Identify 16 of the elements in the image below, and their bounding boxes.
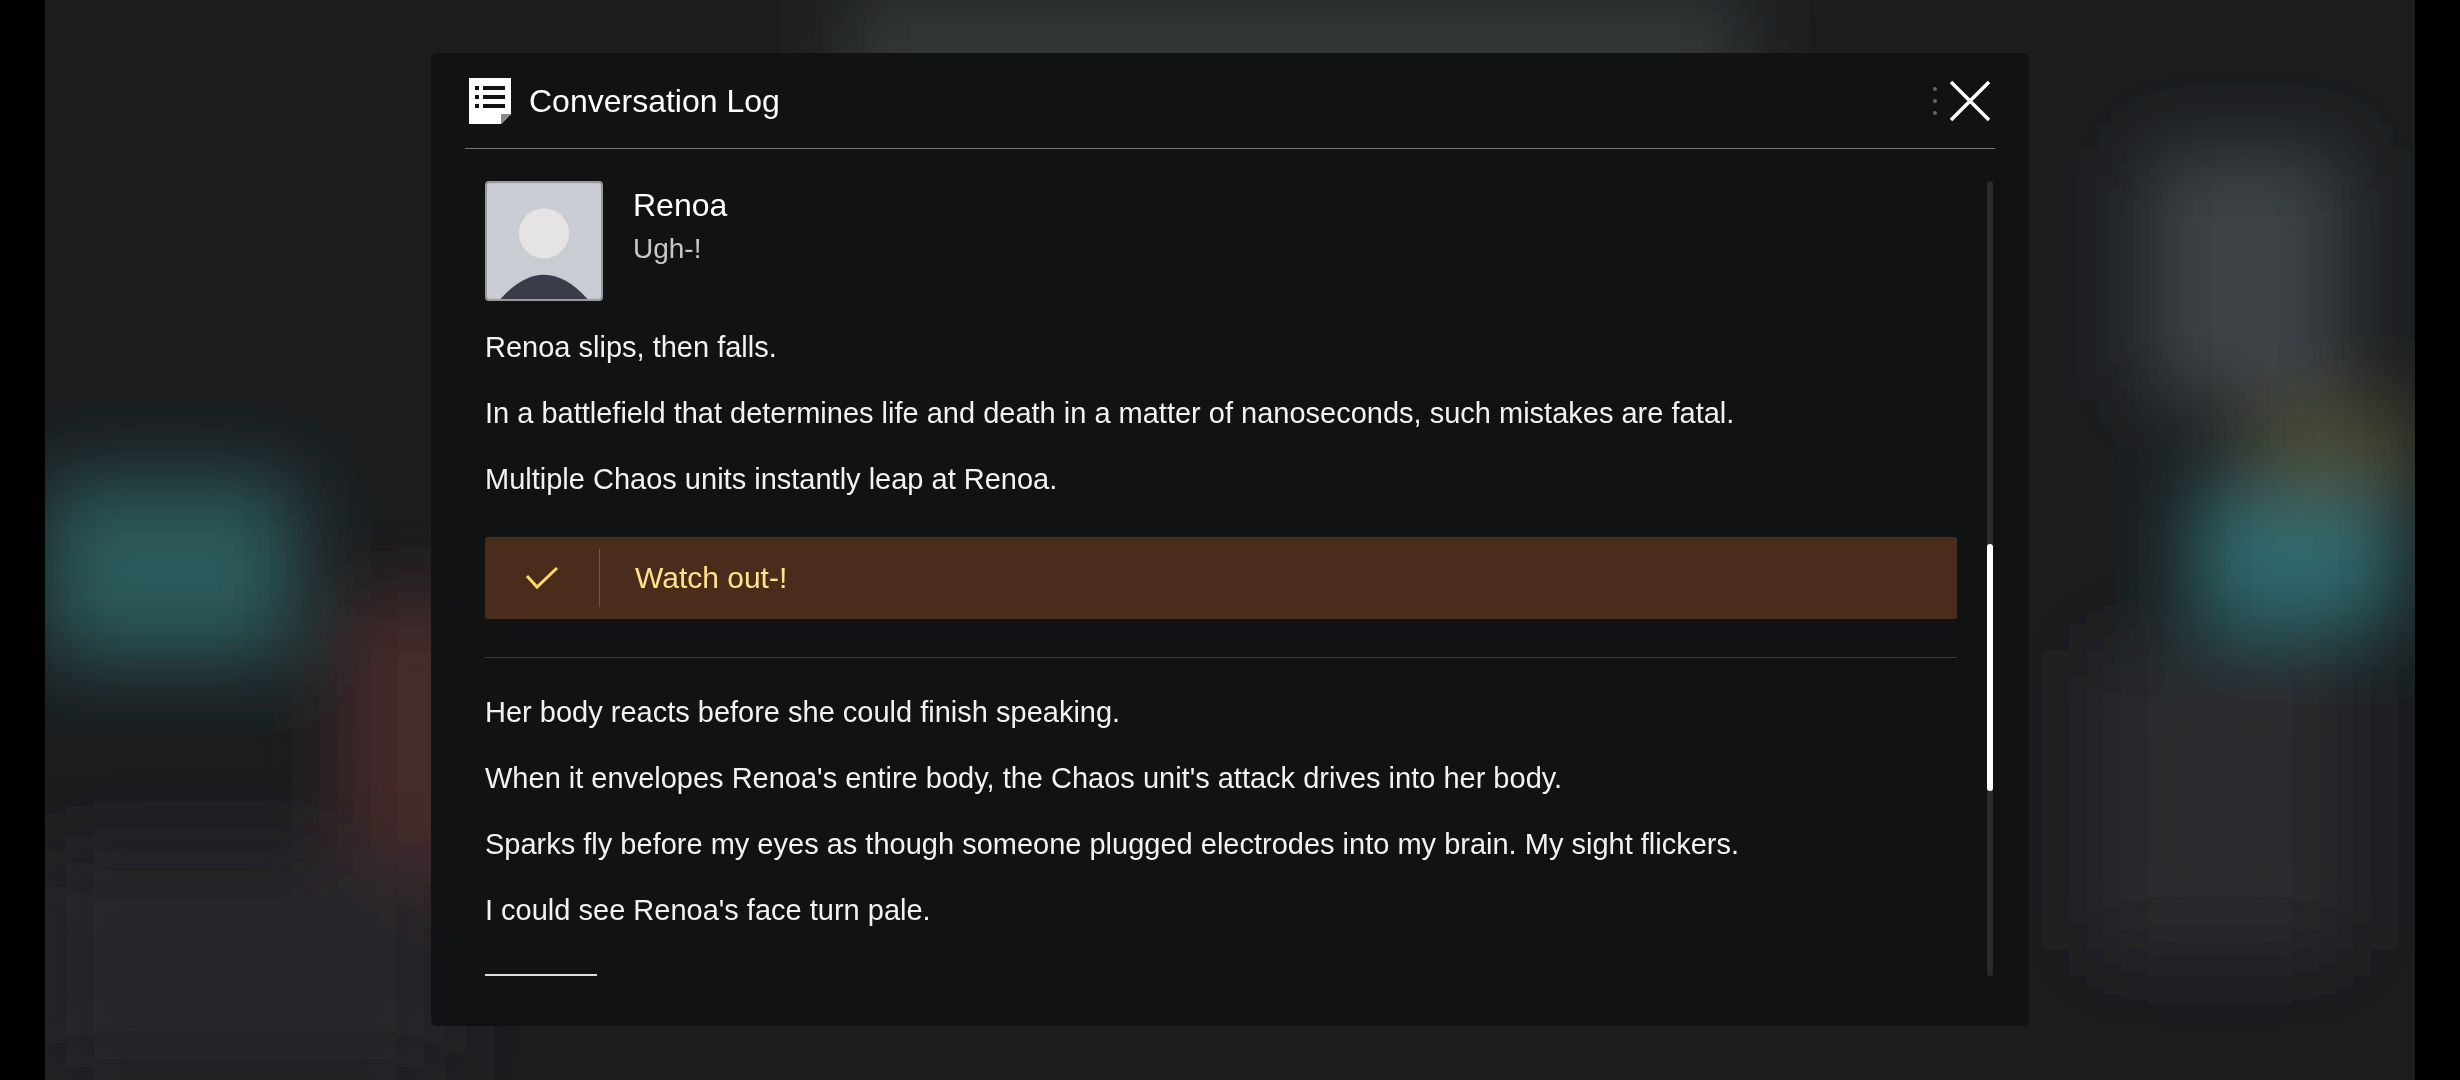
window-title: Conversation Log: [529, 84, 780, 117]
narration-text: I could see Renoa's face turn pale.: [485, 893, 932, 929]
narration-text: Renoa slips, then falls.: [485, 330, 778, 365]
choice-text: Watch out-!: [635, 563, 788, 594]
narration-text: Multiple Chaos units instantly leap at Renoa.: [485, 462, 1059, 498]
narration-text: When it envelopes Renoa's entire body, the Chaos unit's attack drives into her body.: [485, 761, 1564, 797]
narration-text: In a battlefield that determines life and death in a matter of nanoseconds, such mistakes are fatal.: [485, 396, 1736, 431]
grip-icon: [1933, 85, 1937, 116]
narration-text: Her body reacts before she could finish speaking.: [485, 695, 1122, 731]
narration-text: Sparks fly before my eyes as though someone plugged electrodes into my brain. My sight flickers.: [485, 827, 1741, 863]
close-button[interactable]: [1949, 79, 1991, 122]
scrollbar[interactable]: [1987, 181, 1993, 976]
check-icon: [525, 566, 559, 591]
speaker-line: Ugh-!: [633, 235, 703, 263]
log-icon: [469, 77, 511, 124]
speaker-name: Renoa: [633, 189, 728, 221]
